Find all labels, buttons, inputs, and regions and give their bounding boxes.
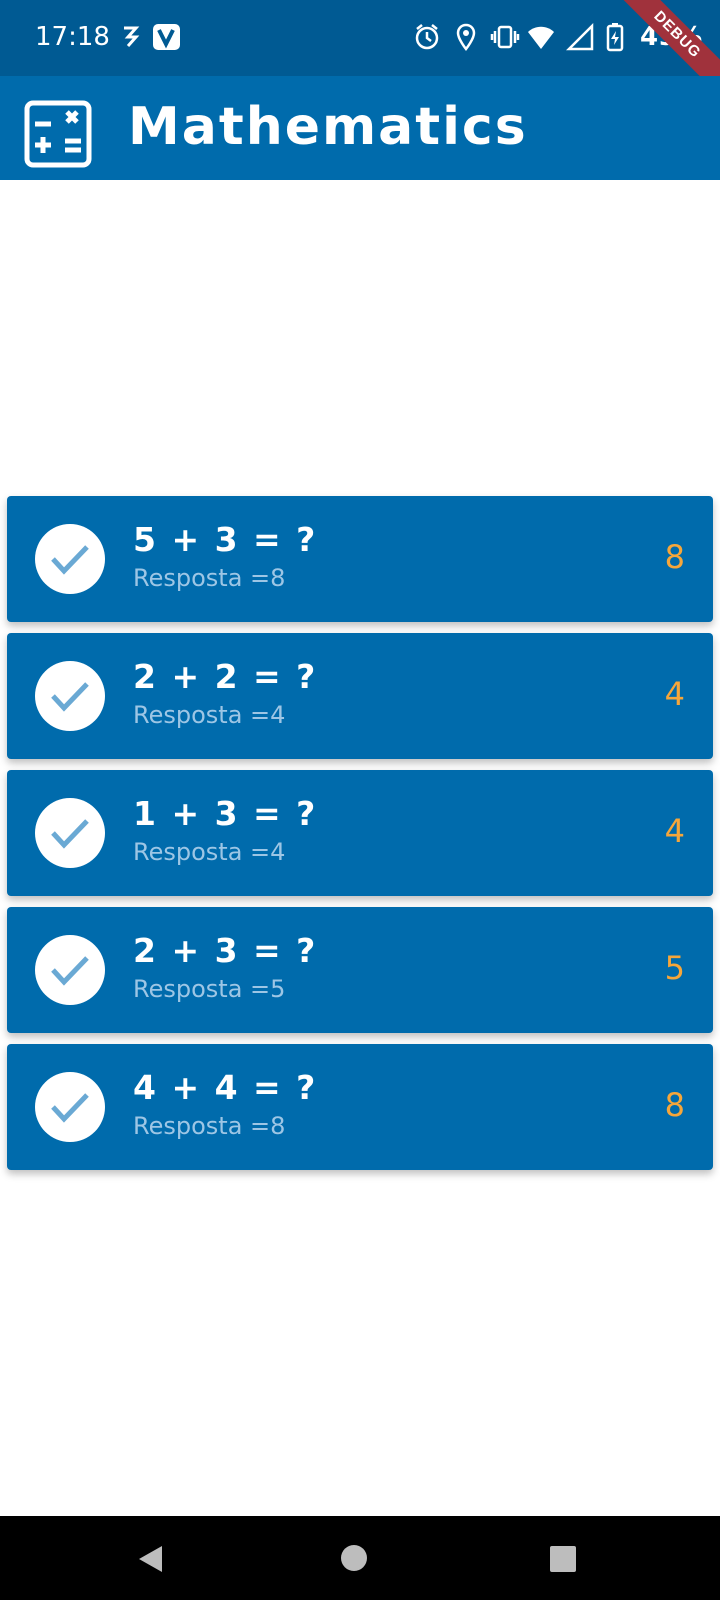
answer-value: 4 — [664, 675, 685, 713]
wifi-icon: H — [528, 26, 554, 49]
check-icon — [51, 1093, 89, 1123]
check-icon — [51, 956, 89, 986]
question-text: 1 + 3 = ? — [133, 794, 318, 833]
back-icon[interactable] — [136, 1544, 166, 1574]
question-text: 4 + 4 = ? — [133, 1068, 318, 1107]
alarm-icon — [415, 24, 439, 50]
question-text: 2 + 2 = ? — [133, 657, 318, 696]
check-icon — [51, 545, 89, 575]
battery-charging-icon — [606, 23, 624, 52]
check-circle — [35, 798, 105, 868]
signal-icon — [566, 22, 594, 51]
page-title: Mathematics — [128, 97, 528, 157]
answer-value: 8 — [664, 538, 685, 576]
question-subtitle: Resposta =4 — [133, 838, 286, 866]
check-icon — [51, 819, 89, 849]
check-circle — [35, 1072, 105, 1142]
location-icon — [456, 23, 476, 52]
question-subtitle: Resposta =4 — [133, 701, 286, 729]
recents-icon[interactable] — [550, 1546, 576, 1572]
question-card[interactable]: 5 + 3 = ? Resposta =8 8 — [7, 496, 713, 622]
navigation-bar — [0, 1516, 720, 1600]
question-card[interactable]: 2 + 3 = ? Resposta =5 5 — [7, 907, 713, 1033]
question-card[interactable]: 4 + 4 = ? Resposta =8 8 — [7, 1044, 713, 1170]
question-subtitle: Resposta =8 — [133, 564, 286, 592]
calculator-icon — [24, 100, 92, 168]
check-circle — [35, 935, 105, 1005]
status-time: 17:18 — [35, 22, 110, 52]
question-card[interactable]: 1 + 3 = ? Resposta =4 4 — [7, 770, 713, 896]
question-text: 2 + 3 = ? — [133, 931, 318, 970]
answer-value: 8 — [664, 1086, 685, 1124]
vibrate-icon — [490, 25, 520, 49]
question-subtitle: Resposta =5 — [133, 975, 286, 1003]
question-card[interactable]: 2 + 2 = ? Resposta =4 4 — [7, 633, 713, 759]
status-bar: 17:18 H 49% DEBUG — [0, 0, 720, 105]
answer-value: 5 — [664, 949, 685, 987]
home-icon[interactable] — [340, 1544, 368, 1572]
question-subtitle: Resposta =8 — [133, 1112, 286, 1140]
check-circle — [35, 661, 105, 731]
question-text: 5 + 3 = ? — [133, 520, 318, 559]
check-icon — [51, 682, 89, 712]
v-app-icon — [153, 24, 180, 50]
check-circle — [35, 524, 105, 594]
answer-value: 4 — [664, 812, 685, 850]
s-notification-icon — [124, 26, 140, 47]
